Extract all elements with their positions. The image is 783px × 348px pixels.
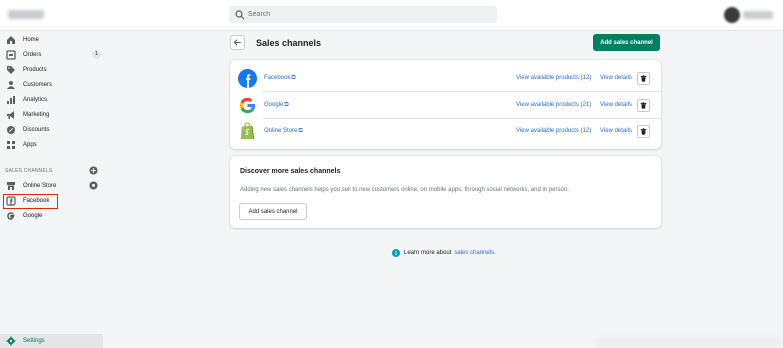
view-details-link[interactable]: View details <box>600 102 632 108</box>
sales-channels-help-link[interactable]: sales channels. <box>454 250 495 256</box>
arrow-left-icon <box>233 39 241 46</box>
view-products-link[interactable]: View available products (12) <box>516 128 591 134</box>
sidebar-item-label: Products <box>23 67 47 73</box>
tag-icon <box>7 66 15 74</box>
channels-card: Facebook⧉ View available products (12) V… <box>230 60 661 149</box>
discover-channels-card: Discover more sales channels Adding new … <box>230 156 661 228</box>
google-logo-icon <box>239 97 256 114</box>
view-details-link[interactable]: View details <box>600 128 632 134</box>
add-channel-plus-icon[interactable] <box>89 166 98 175</box>
megaphone-icon <box>7 111 14 119</box>
view-products-link[interactable]: View available products (21) <box>516 102 591 108</box>
facebook-logo-icon <box>238 69 257 88</box>
discount-icon <box>7 126 15 134</box>
sidebar-item-label: Discounts <box>23 127 50 133</box>
top-bar <box>0 0 783 31</box>
search-icon <box>235 9 245 19</box>
account-name[interactable] <box>743 11 773 19</box>
sidebar-item-label: Marketing <box>23 112 50 118</box>
sidebar-item-home[interactable]: Home <box>0 33 106 47</box>
store-icon <box>7 182 15 190</box>
person-icon <box>7 81 15 89</box>
channel-name-link[interactable]: Online Store⧉ <box>264 128 303 135</box>
bar-chart-icon <box>7 96 15 104</box>
back-button[interactable] <box>230 35 245 50</box>
add-sales-channel-button[interactable]: Add sales channel <box>593 34 660 51</box>
delete-channel-button[interactable] <box>637 99 650 112</box>
sales-channels-heading: SALES CHANNELS <box>5 168 53 174</box>
orders-icon <box>6 50 16 60</box>
add-sales-channel-secondary-button[interactable]: Add sales channel <box>239 203 307 220</box>
sidebar-item-discounts[interactable]: Discounts <box>0 123 106 137</box>
discover-title: Discover more sales channels <box>240 168 341 175</box>
search-bar[interactable] <box>229 6 497 23</box>
orders-count-badge: 1 <box>92 50 101 59</box>
trash-icon <box>640 75 647 82</box>
search-input[interactable] <box>248 11 488 18</box>
sidebar-item-google[interactable]: Google <box>0 209 106 223</box>
external-link-icon: ⧉ <box>284 102 289 108</box>
external-link-icon: ⧉ <box>298 128 303 134</box>
avatar[interactable] <box>724 7 740 23</box>
channel-row-google: Google⧉ View available products (21) Vie… <box>230 91 661 119</box>
gear-icon <box>6 336 16 346</box>
watermark <box>596 337 781 346</box>
sidebar-item-products[interactable]: Products <box>0 63 106 77</box>
view-details-link[interactable]: View details <box>600 75 632 81</box>
sidebar-item-marketing[interactable]: Marketing <box>0 108 106 122</box>
sidebar-item-customers[interactable]: Customers <box>0 78 106 92</box>
info-icon <box>392 249 400 257</box>
store-logo[interactable] <box>8 10 44 19</box>
view-products-link[interactable]: View available products (12) <box>516 75 591 81</box>
google-icon <box>7 212 15 220</box>
sidebar-item-apps[interactable]: Apps <box>0 138 106 152</box>
home-icon <box>7 36 15 44</box>
sidebar-item-label: Google <box>23 213 43 219</box>
sidebar-item-label: Analytics <box>23 97 48 103</box>
learn-more-footer: Learn more about sales channels. <box>392 248 496 258</box>
learn-more-text: Learn more about <box>404 250 452 256</box>
sidebar-item-label: Home <box>23 37 40 43</box>
sidebar-item-label: Customers <box>23 82 53 88</box>
eye-icon[interactable] <box>89 181 98 190</box>
sidebar-item-orders[interactable]: Orders 1 <box>0 48 106 62</box>
channel-name-link[interactable]: Facebook⧉ <box>264 75 296 82</box>
facebook-highlight-box <box>3 194 58 209</box>
delete-channel-button[interactable] <box>637 72 650 85</box>
sidebar-item-analytics[interactable]: Analytics <box>0 93 106 107</box>
trash-icon <box>640 128 647 135</box>
external-link-icon: ⧉ <box>291 75 296 81</box>
discover-description: Adding new sales channels helps you sell… <box>240 187 569 193</box>
sidebar: Home Orders 1 Products Customers Analyti… <box>0 31 106 348</box>
sidebar-item-label: Orders <box>23 52 42 58</box>
channel-row-online-store: Online Store⧉ View available products (1… <box>230 117 661 145</box>
trash-icon <box>640 102 647 109</box>
sidebar-item-label: Online Store <box>23 183 57 189</box>
sidebar-item-settings[interactable]: Settings <box>0 334 103 348</box>
delete-channel-button[interactable] <box>637 125 650 138</box>
sidebar-item-label: Apps <box>23 142 37 148</box>
page-title: Sales channels <box>256 38 322 48</box>
shopify-bag-icon <box>240 122 255 140</box>
page-header: Sales channels Add sales channel <box>230 33 661 53</box>
channel-row-facebook: Facebook⧉ View available products (12) V… <box>230 64 661 92</box>
apps-icon <box>7 141 15 149</box>
channel-name-link[interactable]: Google⧉ <box>264 102 289 109</box>
sidebar-item-label: Settings <box>23 338 45 344</box>
